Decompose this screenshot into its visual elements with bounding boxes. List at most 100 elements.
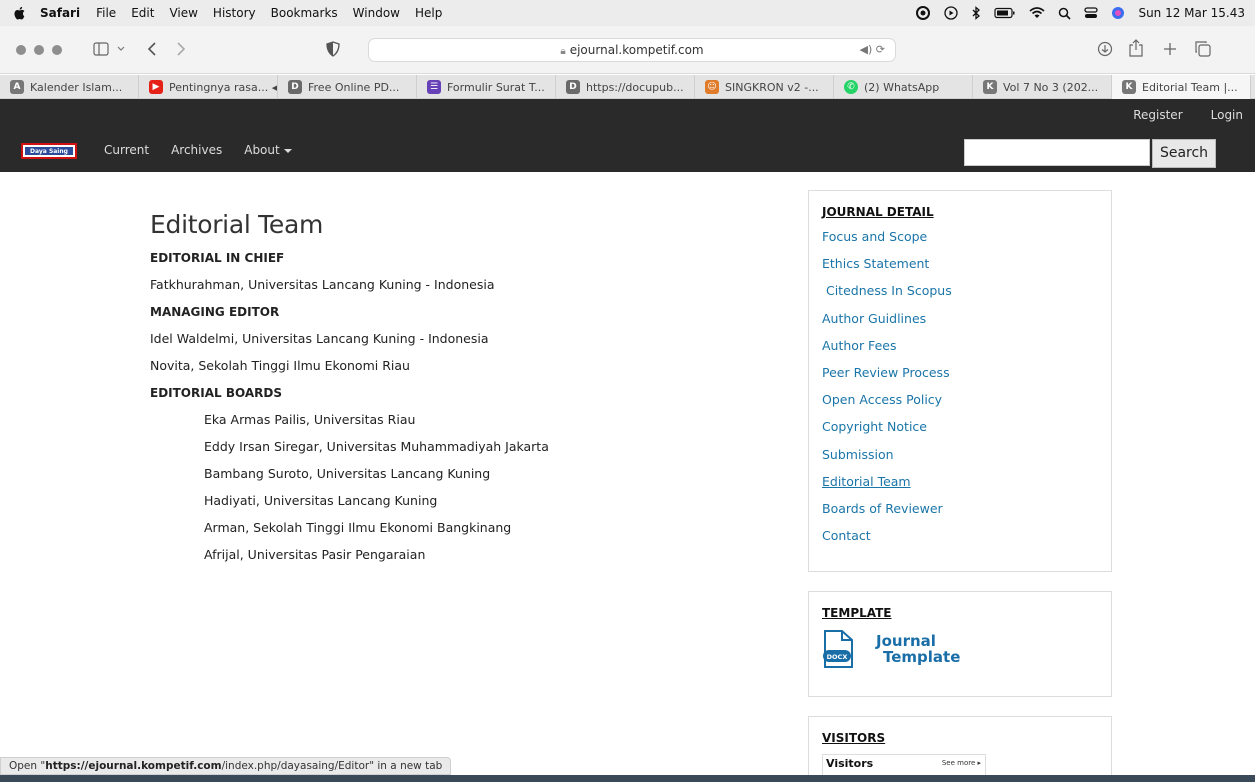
apple-icon[interactable] <box>12 5 28 21</box>
template-label-line2: Template <box>883 648 961 666</box>
section-title-chief: EDITORIAL IN CHIEF <box>150 251 285 265</box>
forms-icon: ☰ <box>427 80 441 94</box>
tab-2[interactable]: D Free Online PD... <box>278 75 417 99</box>
favicon: K <box>1122 80 1136 94</box>
back-icon[interactable] <box>147 41 157 57</box>
menubar-edit[interactable]: Edit <box>131 6 154 20</box>
board-member: Arman, Sekolah Tinggi Ilmu Ekonomi Bangk… <box>204 520 512 535</box>
sidebar-link-editorial-team[interactable]: Editorial Team <box>822 473 1098 500</box>
section-title-boards: EDITORIAL BOARDS <box>150 386 282 400</box>
sidebar-link-peer-review[interactable]: Peer Review Process <box>822 364 1098 391</box>
caret-down-icon <box>283 148 292 153</box>
zoom-window-button[interactable] <box>52 45 62 55</box>
board-member: Eka Armas Pailis, Universitas Riau <box>204 412 416 427</box>
spotlight-search-icon[interactable] <box>1058 7 1072 20</box>
login-link[interactable]: Login <box>1211 108 1243 122</box>
sidebar-link-reviewers[interactable]: Boards of Reviewer <box>822 500 1098 527</box>
tab-label: SINGKRON v2 -... <box>725 80 819 94</box>
primary-nav: Current Archives About <box>104 143 292 157</box>
whatsapp-icon: ✆ <box>844 80 858 94</box>
siri-icon[interactable] <box>1111 6 1125 20</box>
visitors-block: VISITORS Visitors See more ▸ <box>808 716 1112 782</box>
downloads-icon[interactable] <box>1097 41 1113 57</box>
favicon: D <box>566 80 580 94</box>
tab-5[interactable]: ☺ SINGKRON v2 -... <box>695 75 834 99</box>
menubar-bookmarks[interactable]: Bookmarks <box>271 6 338 20</box>
chevron-down-icon[interactable] <box>117 46 125 52</box>
sidebar-link-contact[interactable]: Contact <box>822 527 1098 554</box>
share-icon[interactable] <box>1129 39 1143 57</box>
register-link[interactable]: Register <box>1133 108 1182 122</box>
battery-icon[interactable] <box>994 7 1016 19</box>
nav-archives[interactable]: Archives <box>171 143 222 157</box>
visitors-title: VISITORS <box>822 731 886 745</box>
nav-current[interactable]: Current <box>104 143 149 157</box>
desktop-edge <box>0 775 1255 782</box>
nav-about-label: About <box>244 143 280 157</box>
sidebar-link-author-guidelines[interactable]: Author Guidlines <box>822 310 1098 337</box>
visitor-counter-widget[interactable]: Visitors See more ▸ <box>822 754 986 776</box>
search-button[interactable]: Search <box>1152 139 1216 168</box>
address-bar-url[interactable]: ejournal.kompetif.com <box>570 43 704 57</box>
macos-menubar: Safari File Edit View History Bookmarks … <box>0 0 1255 26</box>
tab-4[interactable]: Dhttps://docupub... <box>556 75 695 99</box>
tab-label: https://docupub... <box>586 80 684 94</box>
tab-1[interactable]: ▶ Pentingnya rasa... ◀︎)) <box>139 75 278 99</box>
favicon: ☺ <box>705 80 719 94</box>
new-tab-icon[interactable] <box>1163 42 1177 56</box>
nav-about[interactable]: About <box>244 143 292 157</box>
sidebar-link-ethics[interactable]: Ethics Statement <box>822 255 1098 282</box>
minimize-window-button[interactable] <box>34 45 44 55</box>
tab-label: Formulir Surat T... <box>447 80 545 94</box>
tab-6[interactable]: ✆ (2) WhatsApp <box>834 75 973 99</box>
menubar-view[interactable]: View <box>169 6 197 20</box>
sidebar-link-copyright[interactable]: Copyright Notice <box>822 418 1098 445</box>
play-icon[interactable] <box>944 6 959 20</box>
close-window-button[interactable] <box>16 45 26 55</box>
forward-icon[interactable] <box>176 41 186 57</box>
sidebar-link-focus-scope[interactable]: Focus and Scope <box>822 228 1098 255</box>
sidebar-toggle-icon[interactable] <box>93 42 109 56</box>
menubar-window[interactable]: Window <box>353 6 400 20</box>
section-title-managing: MANAGING EDITOR <box>150 305 280 319</box>
tab-8-active[interactable]: K Editorial Team |... <box>1112 75 1251 99</box>
bluetooth-icon[interactable] <box>971 6 981 20</box>
site-logo[interactable]: Daya Saing <box>21 143 77 159</box>
board-member: Afrijal, Universitas Pasir Pengaraian <box>204 547 426 562</box>
favicon: D <box>288 80 302 94</box>
wifi-icon[interactable] <box>1029 7 1045 19</box>
journal-detail-block: JOURNAL DETAIL Focus and Scope Ethics St… <box>808 190 1112 572</box>
search-input[interactable] <box>964 139 1150 166</box>
screen-mirroring-icon[interactable] <box>915 5 931 21</box>
tab-label: (2) WhatsApp <box>864 80 940 94</box>
journal-template-link[interactable]: DOCX Journal Template <box>822 629 1098 669</box>
control-center-icon[interactable] <box>1084 6 1099 20</box>
menubar-clock[interactable]: Sun 12 Mar 15.43 <box>1138 6 1245 20</box>
see-more-link[interactable]: See more ▸ <box>942 759 981 767</box>
menubar-history[interactable]: History <box>213 6 256 20</box>
tab-overview-icon[interactable] <box>1195 41 1211 57</box>
status-path: /index.php/dayasaing/Editor <box>221 760 370 772</box>
sidebar-link-open-access[interactable]: Open Access Policy <box>822 391 1098 418</box>
sidebar-link-submission[interactable]: Submission <box>822 446 1098 473</box>
address-bar[interactable]: 🔒︎ ejournal.kompetif.com ◀︎) ⟳ <box>368 38 896 62</box>
link-status-bar: Open "https://ejournal.kompetif.com/inde… <box>0 757 452 775</box>
tab-0[interactable]: A Kalender Islam... <box>0 75 139 99</box>
status-host: https://ejournal.kompetif.com <box>45 760 222 772</box>
status-suffix: " in a new tab <box>369 760 443 772</box>
menubar-app-name[interactable]: Safari <box>40 6 80 20</box>
docx-file-icon: DOCX <box>823 630 853 668</box>
menubar-status-area: Sun 12 Mar 15.43 <box>915 0 1245 26</box>
template-label: Journal Template <box>876 633 960 665</box>
sidebar-link-citedness[interactable]: Citedness In Scopus <box>822 282 1098 309</box>
tab-3[interactable]: ☰ Formulir Surat T... <box>417 75 556 99</box>
docx-badge: DOCX <box>827 653 848 661</box>
template-block: TEMPLATE DOCX Journal Template <box>808 591 1112 697</box>
privacy-shield-icon[interactable] <box>326 41 340 57</box>
tab-label: Pentingnya rasa... ◀︎)) <box>169 80 278 94</box>
tab-7[interactable]: K Vol 7 No 3 (202... <box>973 75 1112 99</box>
menubar-file[interactable]: File <box>96 6 116 20</box>
menubar-help[interactable]: Help <box>415 6 442 20</box>
sidebar-link-author-fees[interactable]: Author Fees <box>822 337 1098 364</box>
reload-icon[interactable]: ◀︎) ⟳ <box>860 43 885 56</box>
